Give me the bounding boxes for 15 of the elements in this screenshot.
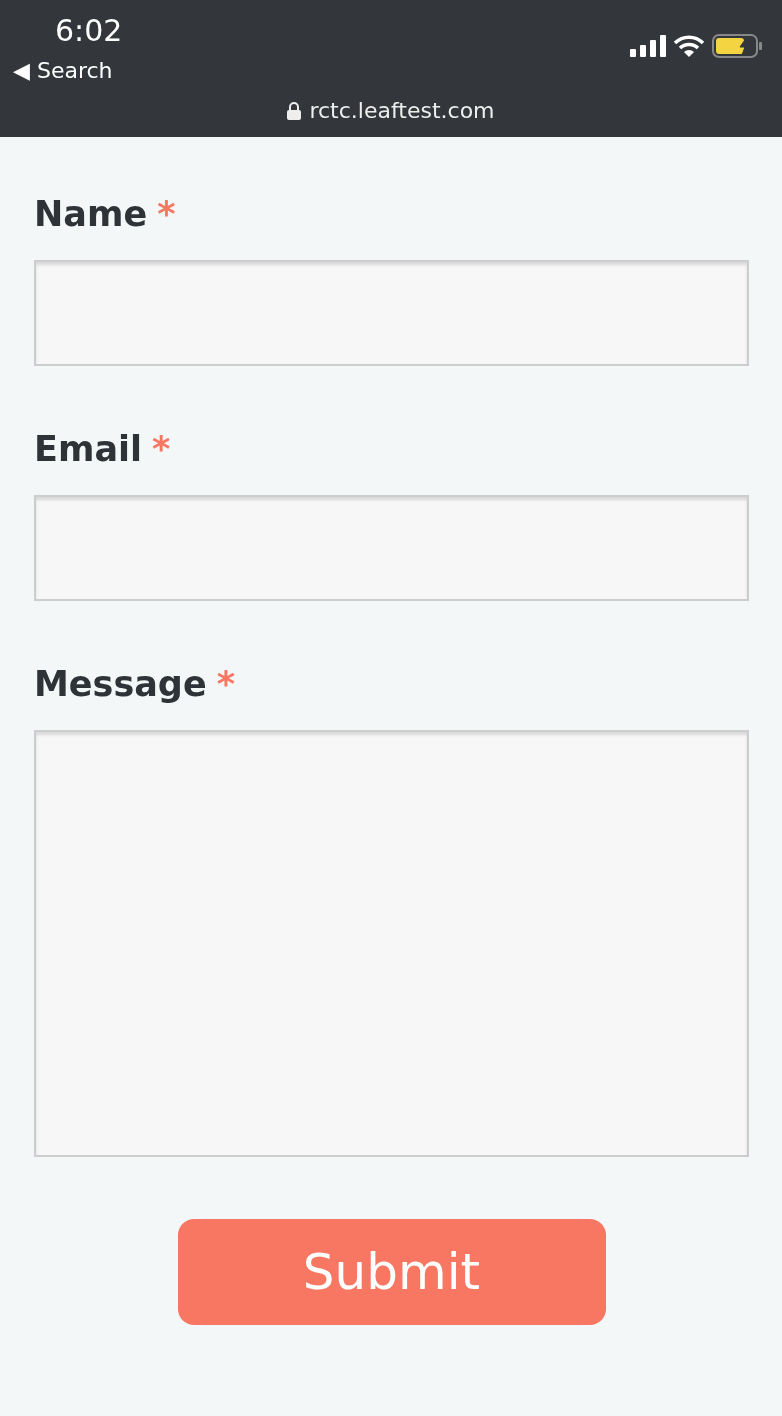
- input-field[interactable]: [34, 495, 749, 601]
- message-field[interactable]: [34, 730, 749, 1157]
- required-mark: *: [152, 428, 171, 470]
- required-mark: *: [216, 663, 235, 705]
- required-mark: *: [157, 193, 176, 235]
- input-field[interactable]: [34, 260, 749, 366]
- back-link[interactable]: ◀ Search: [13, 59, 113, 84]
- time-text: 6:02: [55, 14, 123, 47]
- field-label: Name: [34, 193, 148, 235]
- signal-icon: [630, 35, 666, 57]
- field-label: Email: [34, 428, 142, 470]
- field-label: Message: [34, 663, 207, 705]
- url-text[interactable]: rctc.leaftest.com: [309, 94, 495, 127]
- wifi-icon: [674, 35, 704, 57]
- lock-icon: [287, 101, 302, 120]
